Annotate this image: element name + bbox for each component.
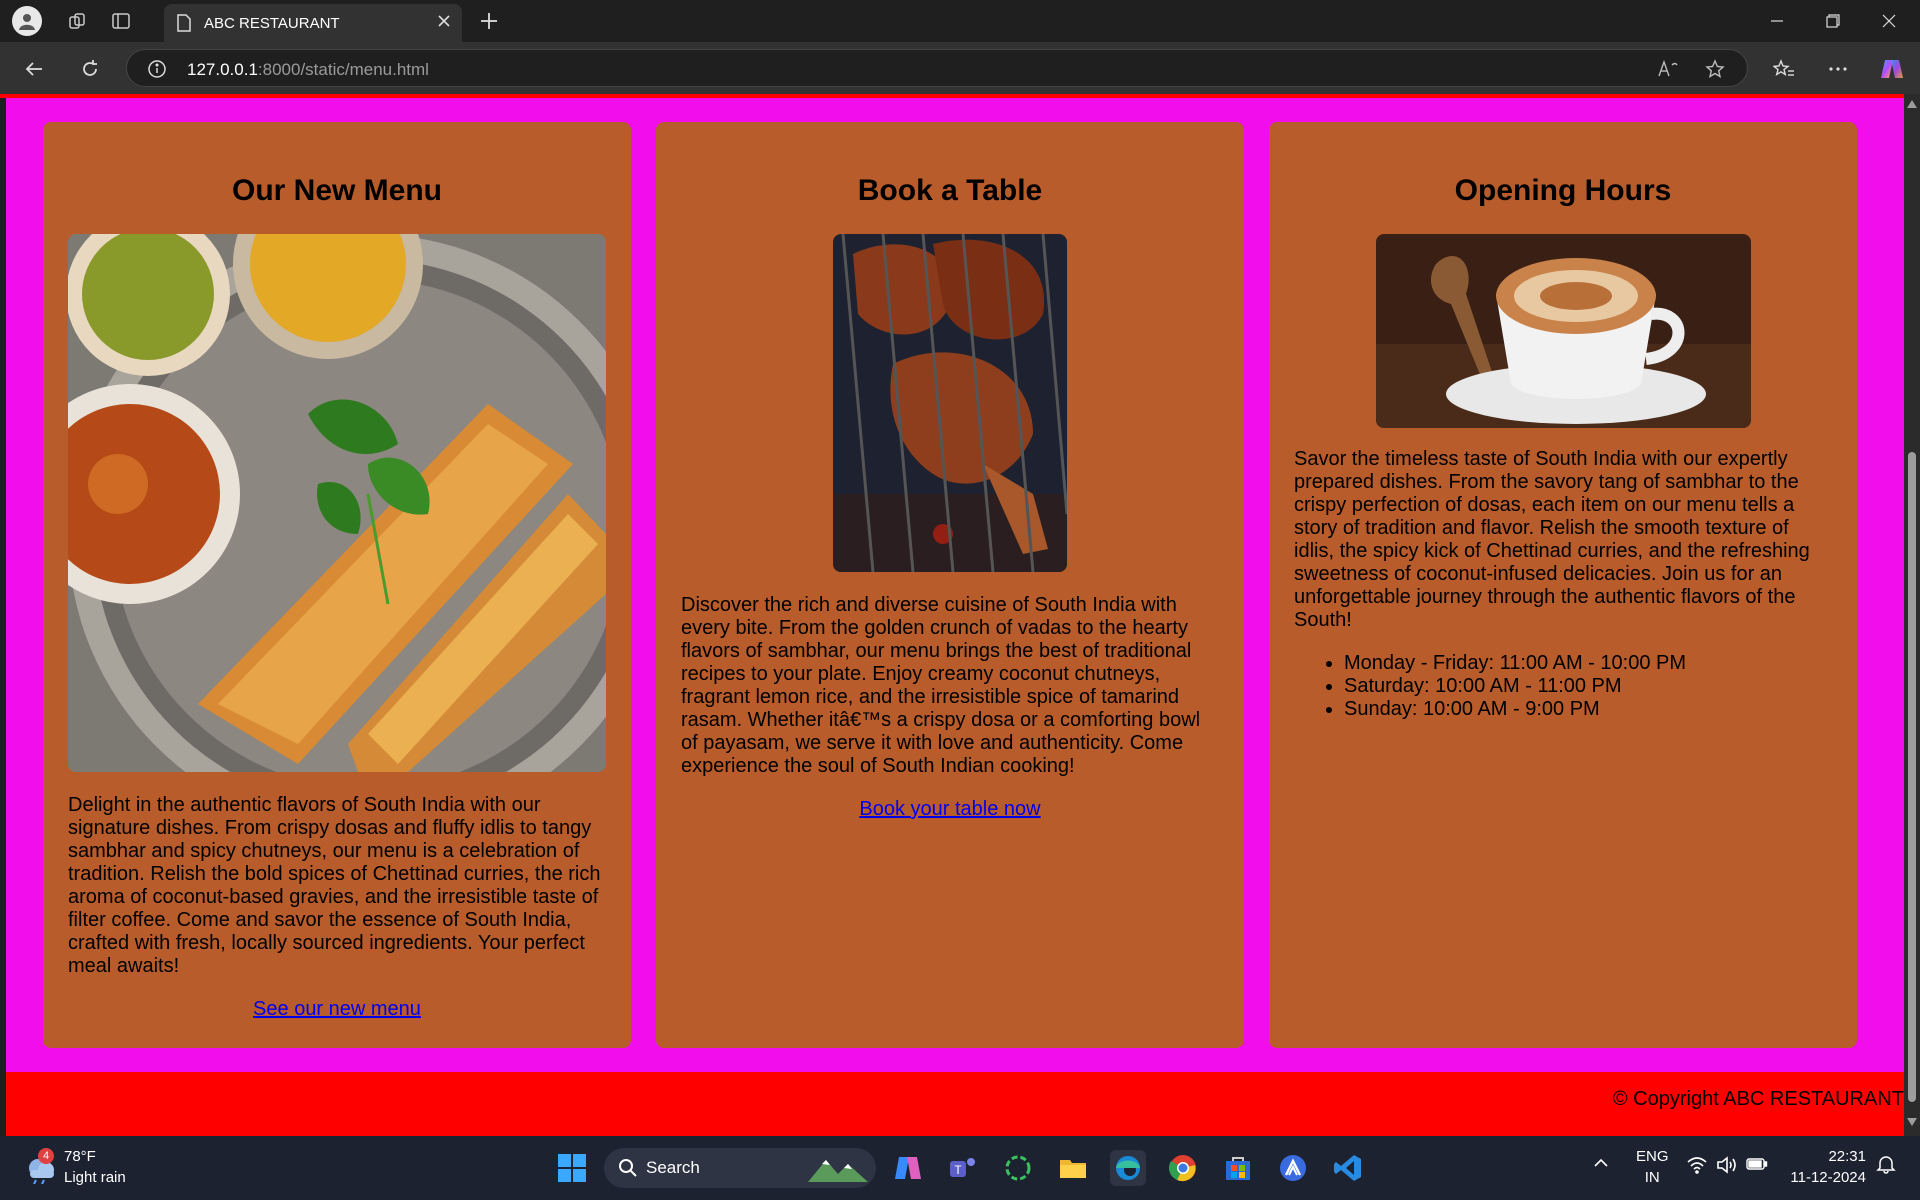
chevron-up-icon[interactable]	[1592, 1154, 1610, 1176]
close-tab-icon[interactable]	[436, 13, 452, 34]
teams-icon[interactable]: T	[945, 1150, 981, 1186]
search-label: Search	[646, 1158, 700, 1177]
list-item: Saturday: 10:00 AM - 11:00 PM	[1344, 675, 1832, 698]
dosa-image	[68, 234, 606, 772]
page-scrollbar[interactable]	[1904, 94, 1920, 1136]
vertical-tabs-icon[interactable]	[106, 6, 136, 36]
card-opening-hours: Opening Hours Savor the timeless taste o…	[1269, 122, 1857, 1048]
more-menu-icon[interactable]	[1822, 53, 1854, 85]
card-title: Book a Table	[857, 174, 1043, 207]
copyright-text: © Copyright ABC RESTAURANT	[1612, 1088, 1904, 1110]
back-arrow-icon[interactable]	[18, 53, 50, 85]
minimize-icon[interactable]	[1754, 6, 1800, 36]
restore-icon[interactable]	[1810, 6, 1856, 36]
windows-start-icon[interactable]	[554, 1150, 590, 1186]
coffee-cup-image	[1375, 234, 1751, 428]
wifi-icon[interactable]	[1686, 1156, 1708, 1178]
svg-text:T: T	[954, 1163, 962, 1177]
card-description: Delight in the authentic flavors of Sout…	[68, 794, 601, 977]
mountain-icon	[808, 1160, 868, 1182]
browser-tab-bar: ABC RESTAURANT	[0, 0, 1920, 42]
tab-abc-restaurant[interactable]: ABC RESTAURANT	[164, 4, 462, 42]
card-book-table: Book a Table Discover the rich and diver…	[656, 122, 1244, 1048]
favorites-icon[interactable]	[1768, 53, 1800, 85]
file-explorer-icon[interactable]	[1055, 1150, 1091, 1186]
profile-icon[interactable]	[12, 6, 42, 36]
card-new-menu: Our New Menu Delight in the authentic fl…	[43, 122, 631, 1048]
page-viewport: Our New Menu Delight in the authentic fl…	[0, 94, 1920, 1136]
scroll-up-arrow-icon[interactable]	[1907, 100, 1917, 108]
copilot-icon[interactable]	[1876, 53, 1908, 85]
region-code: IN	[1644, 1169, 1660, 1186]
page-footer: © Copyright ABC RESTAURANT	[6, 1072, 1904, 1136]
address-bar[interactable]: 127.0.0.1:8000/static/menu.html	[126, 49, 1748, 87]
clock-time: 22:31	[1828, 1148, 1866, 1165]
clock[interactable]: 22:31 11-12-2024	[1784, 1146, 1866, 1188]
grilled-chicken-image	[833, 234, 1067, 572]
new-tab-plus-icon[interactable]	[474, 6, 504, 36]
clock-date: 11-12-2024	[1790, 1169, 1866, 1186]
card-title: Opening Hours	[1454, 174, 1672, 207]
card-description: Discover the rich and diverse cuisine of…	[681, 594, 1201, 777]
browser-nav-bar: 127.0.0.1:8000/static/menu.html	[0, 42, 1920, 94]
scroll-down-arrow-icon[interactable]	[1907, 1118, 1917, 1126]
weather-cloud-icon: 4	[22, 1148, 58, 1188]
card-description: Savor the timeless taste of South India …	[1294, 448, 1810, 631]
page-left-edge	[0, 94, 6, 1136]
favorite-star-icon[interactable]	[1705, 59, 1725, 84]
vscode-icon[interactable]	[1330, 1150, 1366, 1186]
list-item: Monday - Friday: 11:00 AM - 10:00 PM	[1344, 652, 1832, 675]
close-window-icon[interactable]	[1866, 6, 1912, 36]
taskbar-search[interactable]: Search	[604, 1148, 876, 1188]
read-aloud-icon[interactable]	[1657, 59, 1679, 84]
list-item: Sunday: 10:00 AM - 9:00 PM	[1344, 698, 1832, 721]
volume-icon[interactable]	[1716, 1156, 1738, 1178]
opening-hours-list: Monday - Friday: 11:00 AM - 10:00 PM Sat…	[1344, 652, 1832, 721]
sync-app-icon[interactable]	[1000, 1150, 1036, 1186]
weather-temperature: 78°F	[64, 1148, 96, 1165]
weather-widget[interactable]: 4 78°F Light rain	[22, 1148, 126, 1188]
store-icon[interactable]	[1220, 1150, 1256, 1186]
site-info-icon[interactable]	[147, 59, 167, 84]
tab-title: ABC RESTAURANT	[204, 14, 340, 32]
header-bottom-strip	[0, 94, 1904, 98]
app-a-icon[interactable]	[1275, 1150, 1311, 1186]
card-title: Our New Menu	[231, 174, 442, 207]
weather-badge: 4	[38, 1148, 54, 1164]
windows-taskbar: 4 78°F Light rain Search T ENG IN 22:31 …	[0, 1136, 1920, 1200]
copilot-taskbar-icon[interactable]	[890, 1150, 926, 1186]
see-menu-link[interactable]: See our new menu	[68, 998, 606, 1021]
page-document-icon	[176, 14, 192, 37]
refresh-icon[interactable]	[74, 53, 106, 85]
weather-description: Light rain	[64, 1169, 126, 1186]
battery-icon[interactable]	[1746, 1157, 1768, 1175]
url-text: 127.0.0.1:8000/static/menu.html	[187, 60, 429, 79]
book-table-link[interactable]: Book your table now	[681, 798, 1219, 821]
language-code: ENG	[1636, 1148, 1669, 1165]
edge-browser-icon[interactable]	[1110, 1150, 1146, 1186]
chrome-icon[interactable]	[1165, 1150, 1201, 1186]
search-icon	[619, 1159, 637, 1177]
scroll-thumb[interactable]	[1908, 452, 1916, 1102]
language-indicator[interactable]: ENG IN	[1636, 1146, 1669, 1188]
notification-bell-icon[interactable]	[1876, 1154, 1896, 1178]
workspaces-icon[interactable]	[62, 6, 92, 36]
